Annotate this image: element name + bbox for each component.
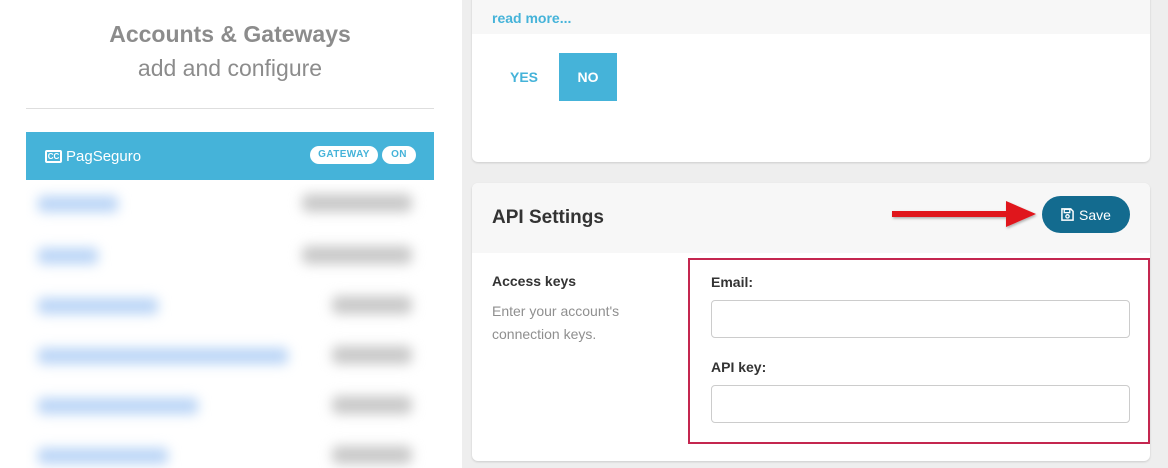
blurred-list-item[interactable] <box>26 184 440 224</box>
integration-card-header: read more... <box>472 0 1150 34</box>
yes-button[interactable]: YES <box>500 53 548 101</box>
api-settings-title: API Settings <box>492 207 604 228</box>
blurred-account-list <box>26 184 440 468</box>
no-button[interactable]: NO <box>559 53 617 101</box>
access-keys-description: Enter your account's connection keys. <box>492 303 620 342</box>
api-key-field[interactable] <box>711 385 1130 423</box>
read-more-link[interactable]: read more... <box>492 10 571 26</box>
access-keys-title: Access keys <box>492 273 577 289</box>
floppy-disk-icon <box>1061 208 1074 221</box>
email-label: Email: <box>711 274 754 290</box>
api-key-label: API key: <box>711 359 767 375</box>
sidebar-title: Accounts & Gateways <box>109 21 351 47</box>
account-item-pagseguro[interactable]: CC PagSeguro GATEWAY ON <box>26 132 434 180</box>
status-badge: ON <box>382 146 416 164</box>
api-settings-card: API Settings Save Access keys Enter your… <box>472 183 1150 461</box>
save-button[interactable]: Save <box>1042 196 1130 233</box>
accounts-sidebar: Accounts & Gateways add and configure CC… <box>0 0 462 468</box>
sidebar-divider <box>26 108 434 109</box>
email-field[interactable] <box>711 300 1130 338</box>
account-name: PagSeguro <box>66 147 142 165</box>
save-button-label: Save <box>1079 206 1111 223</box>
blurred-list-item[interactable] <box>26 336 440 376</box>
blurred-list-item[interactable] <box>26 286 440 326</box>
gateway-badge: GATEWAY <box>310 146 378 164</box>
integration-card: read more... YES NO <box>472 0 1150 162</box>
credit-card-icon: CC <box>45 149 62 163</box>
api-settings-header: API Settings Save <box>472 183 1150 253</box>
blurred-list-item[interactable] <box>26 436 440 468</box>
sidebar-subtitle: add and configure <box>137 55 323 81</box>
blurred-list-item[interactable] <box>26 386 440 426</box>
blurred-list-item[interactable] <box>26 236 440 276</box>
